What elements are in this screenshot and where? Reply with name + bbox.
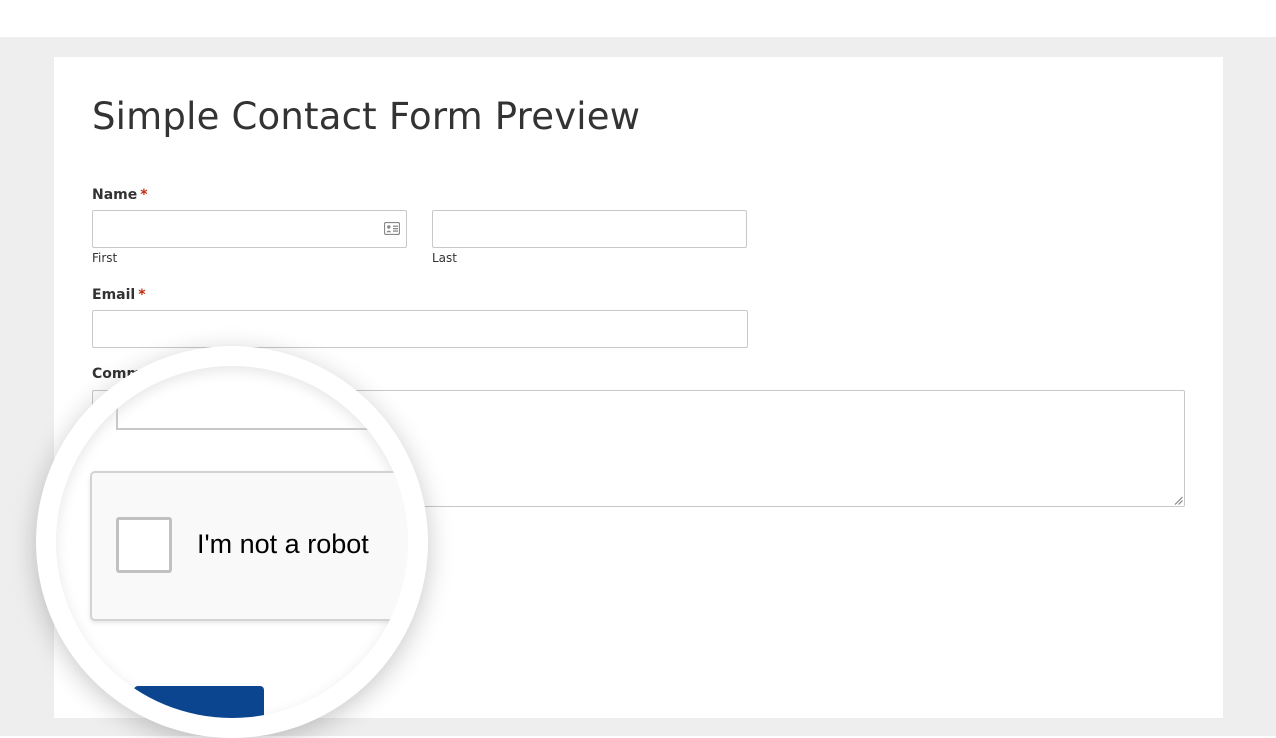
submit-button[interactable]	[134, 686, 264, 718]
first-name-input[interactable]	[92, 210, 407, 248]
magnifier: I'm not a robot	[36, 346, 428, 738]
last-sublabel: Last	[432, 251, 457, 265]
email-label: Email *	[92, 287, 146, 303]
magnifier-lens: I'm not a robot	[56, 366, 408, 718]
page-title: Simple Contact Form Preview	[92, 95, 641, 138]
contact-card-icon	[384, 222, 400, 235]
recaptcha-widget: I'm not a robot	[90, 471, 408, 621]
recaptcha-checkbox[interactable]	[116, 517, 172, 573]
name-required-star: *	[140, 187, 148, 203]
email-required-star: *	[138, 287, 146, 303]
name-label: Name *	[92, 187, 148, 203]
name-label-text: Name	[92, 187, 138, 203]
first-sublabel: First	[92, 251, 118, 265]
recaptcha-label: I'm not a robot	[197, 529, 369, 559]
email-input[interactable]	[92, 310, 748, 348]
top-bar	[0, 0, 1276, 37]
zoomed-textarea-edge	[116, 366, 408, 430]
last-name-input[interactable]	[432, 210, 747, 248]
resize-handle-icon[interactable]	[1174, 496, 1183, 505]
email-label-text: Email	[92, 287, 136, 303]
